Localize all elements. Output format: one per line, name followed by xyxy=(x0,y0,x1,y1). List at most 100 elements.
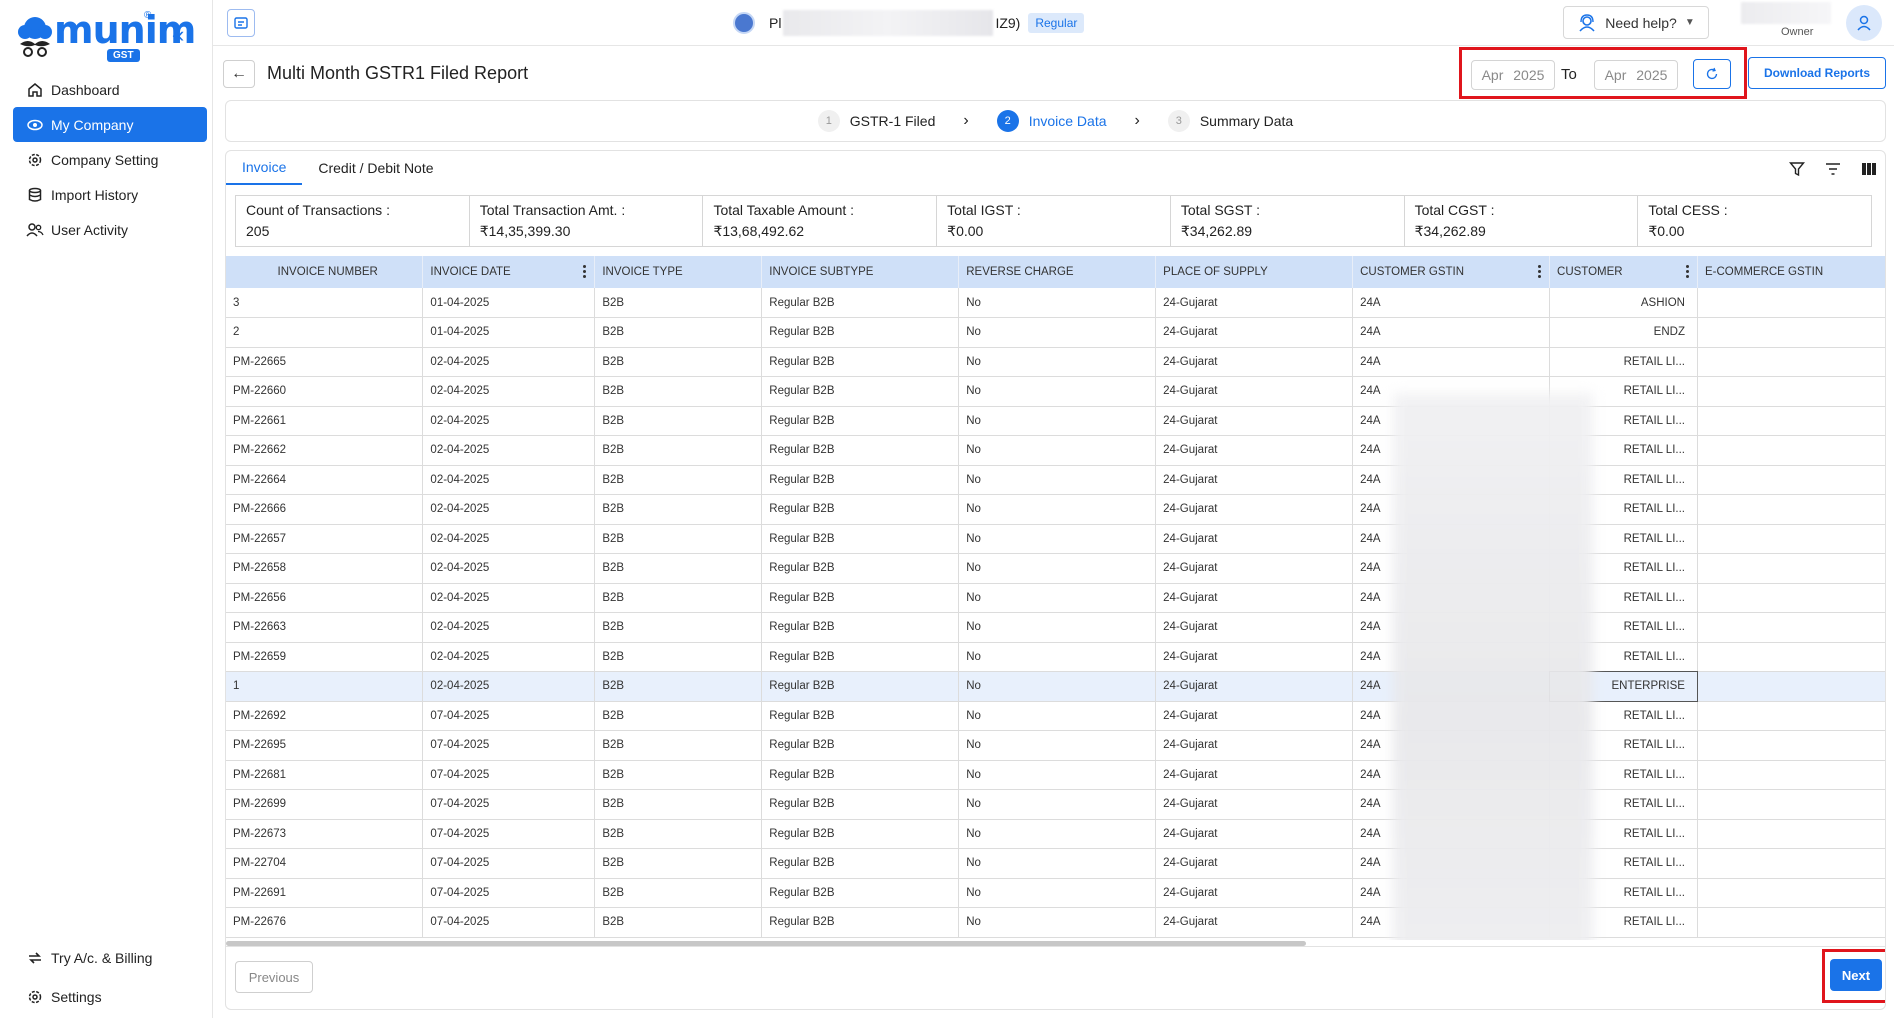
table-row[interactable]: PM-22656 02-04-2025 B2B Regular B2B No 24-Guj… xyxy=(226,583,1885,613)
table-row[interactable]: 3 01-04-2025 B2B Regular B2B No 24-Gujarat 24A… xyxy=(226,288,1885,318)
table-row[interactable]: PM-22662 02-04-2025 B2B Regular B2B No 24-Guj… xyxy=(226,435,1885,466)
table-row[interactable]: PM-22664 02-04-2025 B2B Regular B2B No 24-Guj… xyxy=(226,465,1885,495)
table-row[interactable]: PM-22657 02-04-2025 B2B Regular B2B No 24-Guj… xyxy=(226,524,1885,554)
collapse-sidebar-icon[interactable]: « xyxy=(172,22,184,48)
table-cell: PM-22681 xyxy=(226,760,424,790)
table-cell: 24-Gujarat xyxy=(1155,376,1354,407)
gear-icon xyxy=(25,150,45,170)
table-cell xyxy=(1697,524,1885,554)
to-month-input[interactable]: Apr 2025 xyxy=(1594,60,1678,90)
table-row[interactable]: 1 02-04-2025 B2B Regular B2B No 24-Gujarat 24A… xyxy=(226,670,1885,702)
sidebar-item-settings[interactable]: Settings xyxy=(13,979,207,1014)
invoice-app-icon[interactable] xyxy=(227,9,255,37)
sidebar-item-try-billing[interactable]: Try A/c. & Billing xyxy=(13,940,207,975)
table-row[interactable]: PM-22665 02-04-2025 B2B Regular B2B No 24-Guj… xyxy=(226,347,1885,377)
sidebar-item-label: Try A/c. & Billing xyxy=(51,949,153,966)
company-selector[interactable]: Pl IZ9) Regular xyxy=(733,10,1085,36)
registration-type-badge: Regular xyxy=(1028,13,1085,33)
table-cell: 24-Gujarat xyxy=(1155,465,1354,495)
table-cell: PM-22699 xyxy=(226,789,424,820)
table-row[interactable]: PM-22676 07-04-2025 B2B Regular B2B No 24-Guj… xyxy=(226,907,1885,938)
table-row[interactable]: PM-22661 02-04-2025 B2B Regular B2B No 24-Guj… xyxy=(226,406,1885,436)
table-row[interactable]: PM-22699 07-04-2025 B2B Regular B2B No 24-Guj… xyxy=(226,789,1885,820)
table-cell: Regular B2B xyxy=(761,553,960,584)
step-invoice-data[interactable]: 2 Invoice Data xyxy=(996,110,1107,132)
table-cell: B2B xyxy=(594,376,763,407)
table-row[interactable]: PM-22692 07-04-2025 B2B Regular B2B No 24-Guj… xyxy=(226,701,1885,731)
column-menu-icon[interactable] xyxy=(1685,265,1690,279)
table-cell: B2B xyxy=(594,671,763,702)
table-cell: PM-22695 xyxy=(226,730,424,761)
table-row[interactable]: PM-22673 07-04-2025 B2B Regular B2B No 24-Guj… xyxy=(226,819,1885,849)
table-cell: PM-22657 xyxy=(226,524,424,554)
column-menu-icon[interactable] xyxy=(1538,265,1542,279)
tab-credit-debit-note[interactable]: Credit / Debit Note xyxy=(302,151,449,185)
sidebar-item-import-history[interactable]: Import History xyxy=(13,177,207,212)
sidebar-item-user-activity[interactable]: User Activity xyxy=(13,212,207,247)
column-header[interactable]: PLACE OF SUPPLY xyxy=(1155,256,1354,288)
table-row[interactable]: PM-22704 07-04-2025 B2B Regular B2B No 24-Guj… xyxy=(226,848,1885,879)
column-menu-icon[interactable] xyxy=(583,265,587,279)
table-cell: No xyxy=(958,465,1157,495)
table-cell: Regular B2B xyxy=(761,878,960,908)
step-summary-data[interactable]: 3 Summary Data xyxy=(1167,110,1293,132)
table-row[interactable]: PM-22691 07-04-2025 B2B Regular B2B No 24-Guj… xyxy=(226,878,1885,908)
table-row[interactable]: PM-22659 02-04-2025 B2B Regular B2B No 24-Guj… xyxy=(226,642,1885,672)
column-header[interactable]: CUSTOMER xyxy=(1549,256,1698,288)
step-gstr1-filed[interactable]: 1 GSTR-1 Filed xyxy=(817,110,935,132)
refresh-button[interactable] xyxy=(1693,59,1731,89)
sidebar-item-company-setting[interactable]: Company Setting xyxy=(13,142,207,177)
summary-value: ₹0.00 xyxy=(947,223,984,239)
column-header[interactable]: INVOICE DATE xyxy=(422,256,596,288)
table-row[interactable]: PM-22681 07-04-2025 B2B Regular B2B No 24-Guj… xyxy=(226,760,1885,790)
back-button[interactable]: ← xyxy=(223,60,255,88)
sidebar-item-dashboard[interactable]: Dashboard xyxy=(13,72,207,107)
next-button[interactable]: Next xyxy=(1830,959,1882,991)
tab-invoice[interactable]: Invoice xyxy=(226,151,303,185)
need-help-button[interactable]: Need help? ▼ xyxy=(1563,6,1709,39)
download-reports-button[interactable]: Download Reports xyxy=(1748,57,1886,89)
vertical-scrollbar[interactable] xyxy=(1885,361,1886,661)
table-row[interactable]: PM-22666 02-04-2025 B2B Regular B2B No 24-Guj… xyxy=(226,494,1885,525)
column-header[interactable]: E-COMMERCE GSTIN xyxy=(1697,256,1885,288)
column-header[interactable]: INVOICE SUBTYPE xyxy=(761,256,960,288)
table-cell: 02-04-2025 xyxy=(422,583,596,613)
table-cell: 07-04-2025 xyxy=(422,789,596,820)
filter-icon[interactable] xyxy=(1787,159,1807,179)
table-cell: B2B xyxy=(594,642,763,672)
column-header[interactable]: CUSTOMER GSTIN xyxy=(1352,256,1551,288)
table-cell: No xyxy=(958,524,1157,554)
munim-logo[interactable]: munim ® GST xyxy=(16,8,196,62)
table-row[interactable]: 2 01-04-2025 B2B Regular B2B No 24-Gujarat 24A… xyxy=(226,317,1885,348)
need-help-label: Need help? xyxy=(1605,14,1677,31)
table-row[interactable]: PM-22658 02-04-2025 B2B Regular B2B No 24-Guj… xyxy=(226,553,1885,584)
users-icon xyxy=(25,220,45,240)
table-cell: 3 xyxy=(226,288,424,318)
table-cell xyxy=(1697,347,1885,377)
table-cell: No xyxy=(958,347,1157,377)
sidebar-item-label: User Activity xyxy=(51,221,129,238)
table-cell: 24-Gujarat xyxy=(1155,701,1354,731)
table-cell: No xyxy=(958,435,1157,466)
column-header[interactable]: INVOICE NUMBER xyxy=(226,256,424,288)
column-header[interactable]: INVOICE TYPE xyxy=(594,256,763,288)
table-cell xyxy=(1697,435,1885,466)
table-cell: No xyxy=(958,907,1157,938)
column-header[interactable]: REVERSE CHARGE xyxy=(958,256,1157,288)
table-cell: 02-04-2025 xyxy=(422,376,596,407)
table-cell: No xyxy=(958,848,1157,879)
sidebar-item-label: My Company xyxy=(51,116,134,133)
sort-lines-icon[interactable] xyxy=(1823,159,1843,179)
table-cell: 24-Gujarat xyxy=(1155,730,1354,761)
table-row[interactable]: PM-22695 07-04-2025 B2B Regular B2B No 24-Guj… xyxy=(226,730,1885,761)
summary-value: ₹34,262.89 xyxy=(1414,223,1486,239)
user-avatar[interactable] xyxy=(1846,5,1882,41)
user-role: Owner xyxy=(1781,26,1814,38)
sidebar-item-my-company[interactable]: My Company xyxy=(13,107,207,142)
previous-button[interactable]: Previous xyxy=(235,961,313,993)
table-row[interactable]: PM-22660 02-04-2025 B2B Regular B2B No 24-Guj… xyxy=(226,376,1885,407)
table-row[interactable]: PM-22663 02-04-2025 B2B Regular B2B No 24-Guj… xyxy=(226,612,1885,643)
report-panel: Invoice Credit / Debit Note Count of Tra… xyxy=(225,150,1886,1010)
from-month-input[interactable]: Apr 2025 xyxy=(1471,60,1555,90)
columns-icon[interactable] xyxy=(1859,159,1879,179)
